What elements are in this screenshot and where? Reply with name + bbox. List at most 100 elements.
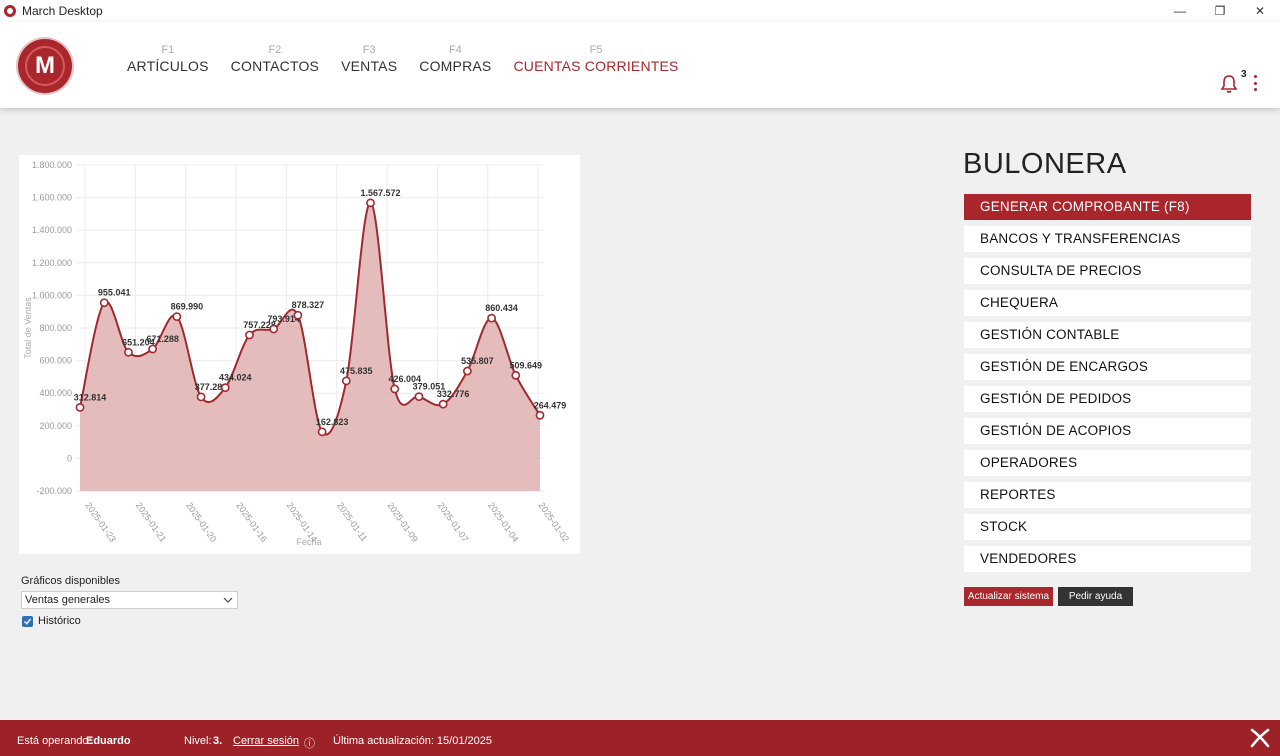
- y-tick-label: 1.000.000: [32, 290, 72, 300]
- nav-fkey: F4: [448, 44, 462, 56]
- checkbox-checked-icon: [22, 615, 33, 627]
- data-point: [269, 324, 279, 334]
- data-point: [148, 344, 158, 354]
- info-icon: ⓘ: [304, 738, 315, 750]
- menu-bancos-transferencias[interactable]: BANCOS Y TRANSFERENCIAS: [964, 226, 1251, 252]
- window-controls: — ❐ ✕: [1160, 0, 1280, 22]
- company-name: BULONERA: [963, 148, 1127, 180]
- notification-count: 3: [1241, 69, 1247, 80]
- data-label: 878.327: [292, 300, 325, 310]
- data-point: [535, 410, 545, 420]
- x-tick-label: 2025-01-04: [486, 500, 521, 543]
- x-tick-label: 2025-01-11: [335, 500, 369, 543]
- data-point: [99, 298, 109, 308]
- nav-label: CONTACTOS: [230, 58, 320, 74]
- app-logo[interactable]: M: [18, 39, 72, 93]
- x-tick-label: 2025-01-23: [83, 500, 118, 543]
- y-tick-label: 600.000: [39, 356, 72, 366]
- bell-icon[interactable]: [1220, 74, 1238, 94]
- data-point: [341, 376, 351, 386]
- data-point: [124, 347, 133, 357]
- help-button[interactable]: Pedir ayuda: [1058, 587, 1133, 606]
- menu-stock[interactable]: STOCK: [964, 514, 1251, 540]
- sales-chart: -200.000 0 200.000 400.000 600.000 800.000 1.0…: [19, 155, 580, 554]
- nav-contactos[interactable]: F2 CONTACTOS: [220, 44, 330, 74]
- data-point: [414, 392, 424, 402]
- x-tick-label: 2025-01-20: [184, 500, 219, 543]
- data-point: [75, 403, 85, 412]
- menu-reportes[interactable]: REPORTES: [964, 482, 1251, 508]
- data-label: 535.807: [461, 356, 494, 366]
- historico-checkbox[interactable]: Histórico: [22, 615, 81, 627]
- data-point: [390, 384, 400, 394]
- x-tick-label: 2025-01-16: [234, 500, 269, 543]
- title-bar: March Desktop — ❐ ✕: [0, 0, 1280, 22]
- menu-vendedores[interactable]: VENDEDORES: [964, 546, 1251, 572]
- data-point: [462, 366, 472, 376]
- update-system-button[interactable]: Actualizar sistema: [964, 587, 1053, 606]
- data-point: [438, 399, 448, 409]
- data-point: [293, 310, 303, 320]
- data-point: [196, 392, 206, 402]
- menu-gestion-contable[interactable]: GESTIÓN CONTABLE: [964, 322, 1251, 348]
- y-tick-label: 1.600.000: [32, 193, 72, 203]
- y-tick-label: 200.000: [39, 421, 72, 431]
- data-label: 162.823: [316, 417, 349, 427]
- data-point: [366, 198, 375, 208]
- data-point: [172, 312, 182, 321]
- y-tick-label: 1.800.000: [32, 160, 72, 170]
- x-tick-label: 2025-01-02: [536, 500, 571, 543]
- graficos-selected: Ventas generales: [25, 594, 111, 606]
- data-point: [487, 313, 496, 323]
- data-label: 671.288: [146, 334, 179, 344]
- nivel-value: 3.: [213, 735, 223, 747]
- data-label: 860.434: [485, 303, 518, 313]
- chevron-down-icon: [223, 597, 233, 603]
- menu-chequera[interactable]: CHEQUERA: [964, 290, 1251, 316]
- maximize-button[interactable]: ❐: [1200, 0, 1240, 22]
- nav-fkey: F5: [589, 44, 603, 56]
- y-axis-title: Total de Ventas: [23, 297, 33, 359]
- nav-label: CUENTAS CORRIENTES: [513, 58, 679, 74]
- graficos-select[interactable]: Ventas generales: [21, 591, 238, 609]
- data-label: 955.041: [98, 288, 131, 298]
- nav-compras[interactable]: F4 COMPRAS: [408, 44, 502, 74]
- nivel-label: Nivel:: [184, 735, 212, 747]
- nav-label: COMPRAS: [419, 58, 492, 74]
- x-tick-label: 2025-01-09: [385, 500, 420, 543]
- app-header: M F1 ARTÍCULOS F2 CONTACTOS F3 VENTAS F4…: [0, 22, 1280, 108]
- minimize-button[interactable]: —: [1160, 0, 1200, 22]
- close-button[interactable]: ✕: [1240, 0, 1280, 22]
- x-tick-label: 2025-01-07: [436, 500, 471, 543]
- nav-articulos[interactable]: F1 ARTÍCULOS: [116, 44, 220, 74]
- data-label: 264.479: [534, 400, 567, 410]
- menu-consulta-precios[interactable]: CONSULTA DE PRECIOS: [964, 258, 1251, 284]
- nav-fkey: F1: [161, 44, 175, 56]
- main-nav: F1 ARTÍCULOS F2 CONTACTOS F3 VENTAS F4 C…: [116, 44, 690, 74]
- y-tick-label: -200.000: [36, 486, 72, 496]
- menu-generar-comprobante[interactable]: GENERAR COMPROBANTE (F8): [964, 194, 1251, 220]
- menu-gestion-pedidos[interactable]: GESTIÓN DE PEDIDOS: [964, 386, 1251, 412]
- menu-gestion-encargos[interactable]: GESTIÓN DE ENCARGOS: [964, 354, 1251, 380]
- menu-operadores[interactable]: OPERADORES: [964, 450, 1251, 476]
- data-point: [245, 330, 254, 340]
- logout-link[interactable]: Cerrar sesión: [233, 735, 299, 747]
- historico-label: Histórico: [38, 615, 81, 627]
- more-menu-icon[interactable]: [1252, 75, 1258, 91]
- data-label: 434.024: [219, 373, 252, 383]
- brand-mark-icon: [1250, 728, 1270, 748]
- status-bar: Está operando: Eduardo Nivel: 3. Cerrar …: [0, 720, 1280, 756]
- nav-label: ARTÍCULOS: [127, 58, 209, 74]
- nav-cuentas-corrientes[interactable]: F5 CUENTAS CORRIENTES: [502, 44, 689, 74]
- app-icon: [4, 5, 16, 17]
- action-menu: GENERAR COMPROBANTE (F8) BANCOS Y TRANSF…: [964, 194, 1251, 578]
- data-label: 475.835: [340, 366, 373, 376]
- y-tick-label: 800.000: [39, 323, 72, 333]
- menu-gestion-acopios[interactable]: GESTIÓN DE ACOPIOS: [964, 418, 1251, 444]
- data-label: 1.567.572: [361, 188, 401, 198]
- x-tick-label: 2025-01-21: [134, 500, 169, 543]
- y-tick-label: 0: [67, 453, 72, 463]
- y-tick-label: 400.000: [39, 388, 72, 398]
- data-label: 332.776: [437, 389, 470, 399]
- nav-ventas[interactable]: F3 VENTAS: [330, 44, 408, 74]
